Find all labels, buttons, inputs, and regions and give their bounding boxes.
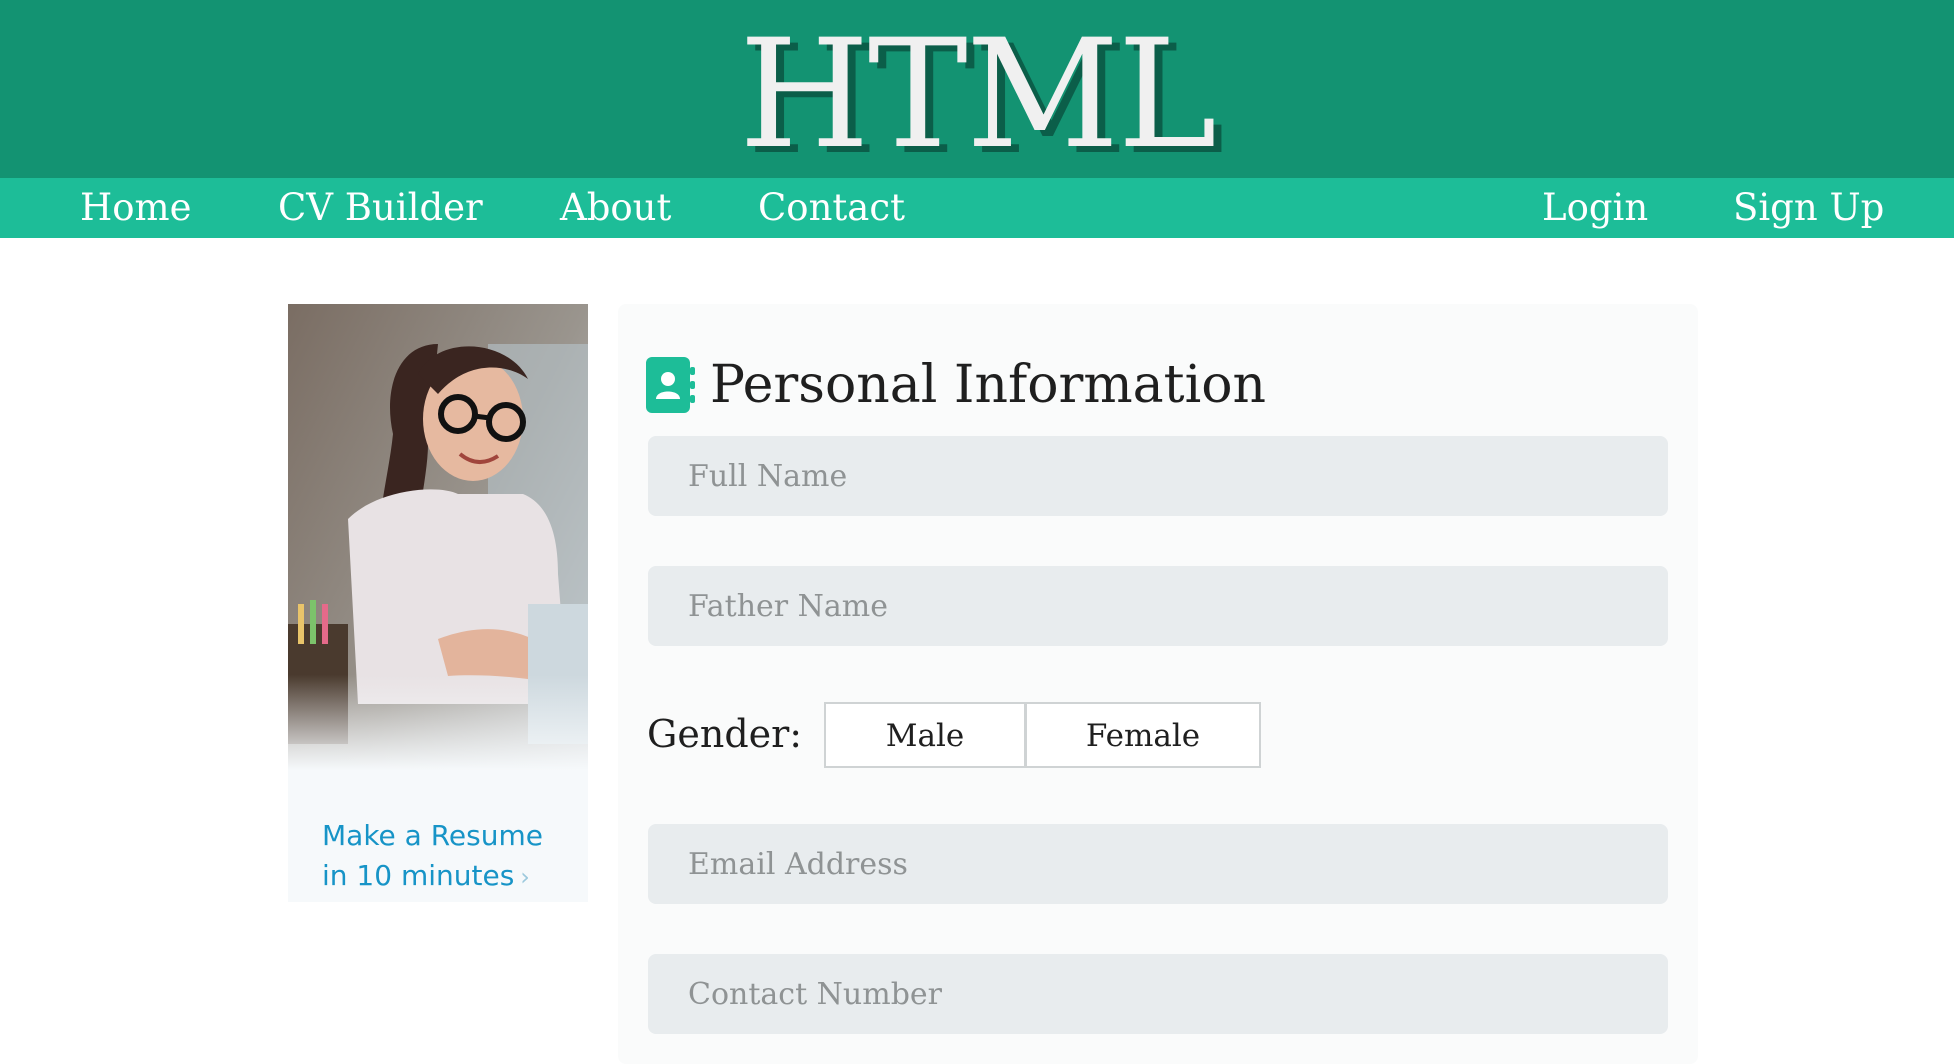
nav-sign-up[interactable]: Sign Up bbox=[1733, 178, 1884, 238]
email-input[interactable] bbox=[648, 824, 1668, 904]
gender-label: Gender: bbox=[647, 712, 803, 756]
promo-line-2: in 10 minutes › bbox=[322, 856, 543, 897]
gender-male-button[interactable]: Male bbox=[824, 702, 1026, 768]
nav-login[interactable]: Login bbox=[1542, 178, 1648, 238]
nav-cv-builder[interactable]: CV Builder bbox=[278, 178, 483, 238]
site-header: HTML bbox=[0, 0, 1954, 182]
section-title: Personal Information bbox=[710, 355, 1267, 415]
nav-about[interactable]: About bbox=[560, 178, 671, 238]
site-logo[interactable]: HTML bbox=[0, 0, 1954, 182]
promo-caption[interactable]: Make a Resume in 10 minutes › bbox=[322, 816, 543, 897]
woman-working-photo bbox=[288, 304, 588, 902]
chevron-right-icon: › bbox=[520, 863, 530, 891]
promo-line-1: Make a Resume bbox=[322, 819, 543, 852]
promo-line-2-text: in 10 minutes bbox=[322, 859, 515, 892]
nav-contact[interactable]: Contact bbox=[758, 178, 905, 238]
full-name-input[interactable] bbox=[648, 436, 1668, 516]
contact-number-input[interactable] bbox=[648, 954, 1668, 1034]
nav-bar: Home CV Builder About Contact Login Sign… bbox=[0, 178, 1954, 238]
contact-card-icon bbox=[646, 357, 695, 413]
resume-promo-banner[interactable]: Make a Resume in 10 minutes › bbox=[288, 304, 588, 902]
father-name-input[interactable] bbox=[648, 566, 1668, 646]
nav-home[interactable]: Home bbox=[80, 178, 192, 238]
gender-female-button[interactable]: Female bbox=[1025, 702, 1261, 768]
